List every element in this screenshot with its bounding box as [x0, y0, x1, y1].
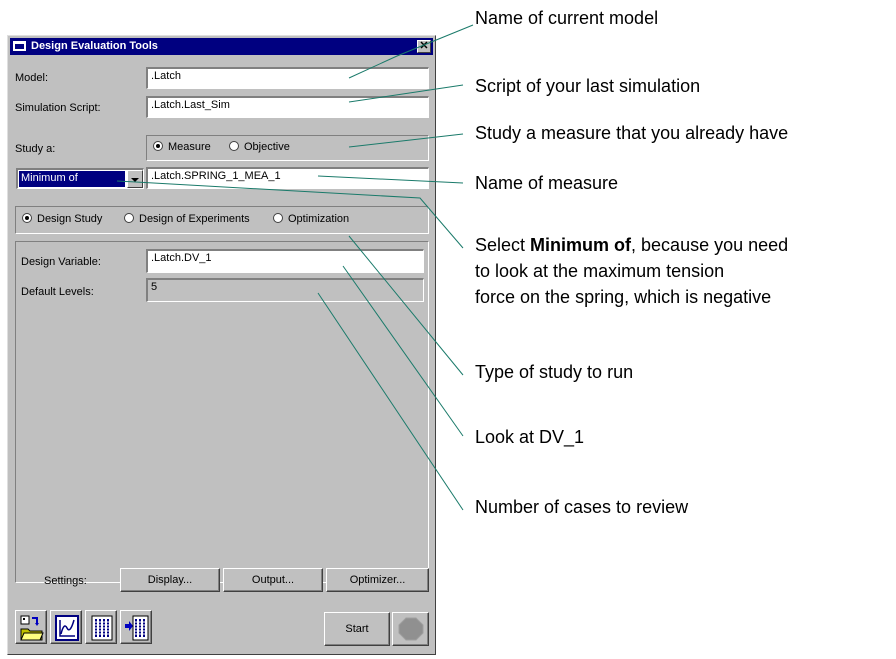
- annotation-study-type: Type of study to run: [475, 362, 634, 382]
- leader-lines: [116, 24, 474, 511]
- annotation-select-minimum: Select Minimum of, because you need: [475, 233, 788, 257]
- select-bold: Minimum of: [530, 235, 632, 255]
- annotation-last-script: Script of your last simulation: [475, 76, 701, 96]
- leader-line-dv: [342, 265, 464, 437]
- leader-line-minimum: [116, 180, 464, 249]
- annotation-model-name: Name of current model: [475, 8, 659, 28]
- leader-line-study: [348, 133, 464, 148]
- annotation-select-line2: to look at the maximum tension: [475, 261, 725, 281]
- annotation-num-cases: Number of cases to review: [475, 497, 689, 517]
- leader-line-study-type: [348, 235, 464, 376]
- select-prefix: Select: [475, 235, 531, 255]
- leader-line-measure: [317, 175, 464, 184]
- leader-line-script: [348, 84, 464, 103]
- annotation-measure-name: Name of measure: [475, 173, 619, 193]
- annotation-look-dv: Look at DV_1: [475, 427, 585, 447]
- leader-line-levels: [317, 292, 464, 511]
- leader-line-model: [348, 24, 474, 79]
- annotation-select-line3: force on the spring, which is negative: [475, 287, 772, 307]
- select-suffix: , because you need: [631, 235, 789, 255]
- annotation-study-measure: Study a measure that you already have: [475, 123, 789, 143]
